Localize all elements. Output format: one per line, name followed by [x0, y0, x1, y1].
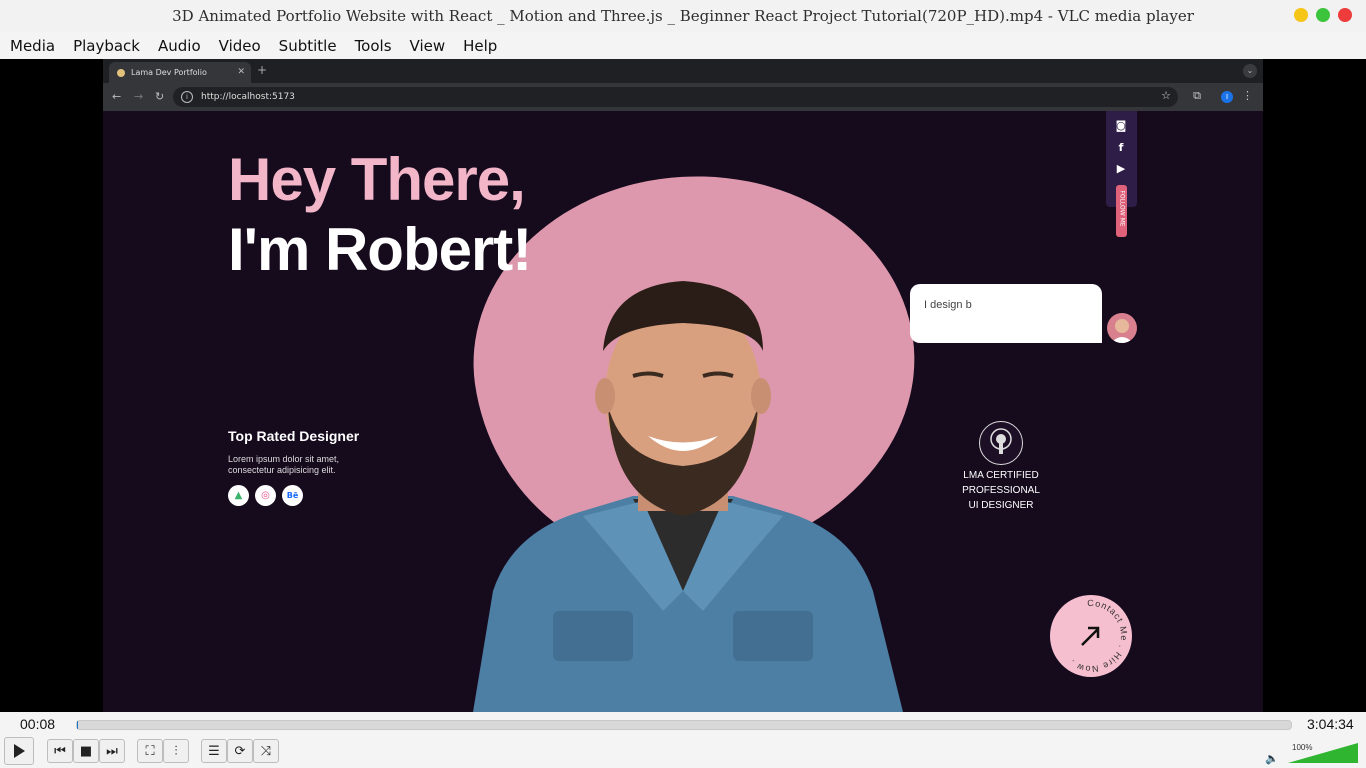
extensions-icon: ⧉ [1193, 89, 1201, 102]
bookmark-star-icon: ☆ [1161, 89, 1171, 102]
portfolio-page: Hey There, I'm Robert! ◙ f ▶ FOLLOW ME I… [103, 111, 1263, 712]
browser-url: http://localhost:5173 [201, 92, 295, 102]
previous-button[interactable]: ⏮ [47, 739, 73, 763]
menu-audio[interactable]: Audio [148, 37, 209, 55]
window-titlebar: 3D Animated Portfolio Website with React… [0, 0, 1366, 32]
menu-playback[interactable]: Playback [63, 37, 148, 55]
menu-tools-label: Tools [354, 36, 392, 55]
menu-tools[interactable]: Tools [345, 37, 400, 55]
minimize-button[interactable] [1294, 8, 1308, 22]
hero-heading-line2: I'm Robert! [228, 216, 532, 283]
loop-icon: ⟳ [234, 743, 246, 759]
menu-bar: Media Playback Audio Video Subtitle Tool… [0, 32, 1366, 59]
menu-playback-label: Playback [73, 36, 140, 55]
menu-video[interactable]: Video [209, 37, 269, 55]
cert-line1: LMA CERTIFIED [963, 470, 1039, 481]
menu-help-label: Help [463, 36, 498, 55]
menu-view-label: View [409, 36, 446, 55]
video-area[interactable]: Lama Dev Portfolio ✕ + ⌄ ← → ↻ i http://… [0, 59, 1366, 712]
total-time: 3:04:34 [1307, 716, 1354, 732]
avatar [1107, 313, 1137, 343]
new-tab-icon: + [257, 63, 268, 77]
menu-subtitle[interactable]: Subtitle [269, 37, 345, 55]
speech-bubble: I design b [910, 284, 1102, 343]
seek-slider[interactable] [76, 720, 1292, 730]
stop-icon: ■ [79, 743, 93, 759]
elapsed-time: 00:08 [20, 716, 56, 732]
back-icon: ← [112, 90, 122, 103]
top-rated-description: Lorem ipsum dolor sit amet, consectetur … [228, 454, 340, 475]
shuffle-icon: ⤨ [260, 743, 272, 759]
menu-view[interactable]: View [400, 37, 454, 55]
menu-media-label: Media [10, 36, 56, 55]
portrait-image [473, 281, 903, 712]
contact-me-button[interactable]: Contact Me . Hire Now . [1050, 595, 1132, 677]
window-title: 3D Animated Portfolio Website with React… [172, 7, 1194, 25]
shuffle-button[interactable]: ⤨ [253, 739, 279, 763]
video-frame: Lama Dev Portfolio ✕ + ⌄ ← → ↻ i http://… [103, 59, 1263, 712]
cert-line2: PROFESSIONAL [962, 485, 1040, 496]
volume-icon[interactable]: 🔈 [1265, 752, 1279, 765]
browser-tab: Lama Dev Portfolio ✕ [109, 62, 251, 83]
android-icon[interactable]: ▲ [228, 485, 249, 506]
forward-icon: → [134, 90, 144, 103]
play-button[interactable] [4, 737, 34, 765]
next-icon: ⏭ [106, 743, 118, 759]
behance-icon[interactable]: Bē [282, 485, 303, 506]
instagram-icon[interactable]: ◙ [1115, 120, 1127, 132]
dribbble-icon[interactable]: ◎ [255, 485, 276, 506]
profile-avatar-icon: I [1221, 91, 1233, 103]
cert-line3: UI DESIGNER [968, 500, 1034, 511]
player-controls: 00:08 3:04:34 ⏮ ■ ⏭ ⛶ ⫶ ☰ ⟳ ⤨ 🔈 100% [0, 712, 1366, 768]
hero-heading-line1: Hey There, [228, 146, 526, 213]
menu-media[interactable]: Media [0, 37, 63, 55]
extended-settings-button[interactable]: ⫶ [163, 739, 189, 763]
tab-search-icon: ⌄ [1243, 64, 1257, 78]
tab-favicon-icon [117, 68, 125, 77]
menu-audio-label: Audio [158, 36, 201, 55]
browser-tab-title: Lama Dev Portfolio [131, 68, 207, 77]
certification-text: LMA CERTIFIED PROFESSIONAL UI DESIGNER [951, 468, 1051, 513]
fullscreen-icon: ⛶ [145, 743, 155, 759]
browser-address-bar: i http://localhost:5173 [173, 87, 1178, 107]
browser-menu-icon: ⋮ [1242, 89, 1253, 102]
fullscreen-button[interactable]: ⛶ [137, 739, 163, 763]
browser-tabstrip: Lama Dev Portfolio ✕ + ⌄ [103, 59, 1263, 83]
volume-slider[interactable] [1286, 742, 1360, 764]
stop-button[interactable]: ■ [73, 739, 99, 763]
seek-progress [77, 721, 79, 729]
menu-subtitle-label: Subtitle [278, 36, 337, 55]
playlist-icon: ☰ [208, 743, 220, 759]
speech-bubble-text: I design b [924, 299, 972, 311]
close-button[interactable] [1338, 8, 1352, 22]
tab-close-icon: ✕ [237, 67, 245, 77]
tree-logo-icon [979, 421, 1023, 465]
maximize-button[interactable] [1316, 8, 1330, 22]
youtube-icon[interactable]: ▶ [1115, 163, 1127, 175]
menu-video-label: Video [218, 36, 261, 55]
previous-icon: ⏮ [54, 743, 66, 759]
top-rated-title: Top Rated Designer [228, 428, 360, 444]
equalizer-icon: ⫶ [174, 743, 178, 759]
browser-toolbar: ← → ↻ i http://localhost:5173 ☆ ⧉ I ⋮ [103, 83, 1263, 111]
next-button[interactable]: ⏭ [99, 739, 125, 763]
facebook-icon[interactable]: f [1115, 142, 1127, 154]
reload-icon: ↻ [155, 90, 165, 103]
loop-button[interactable]: ⟳ [227, 739, 253, 763]
playlist-button[interactable]: ☰ [201, 739, 227, 763]
menu-help[interactable]: Help [453, 37, 505, 55]
follow-me-tab[interactable]: FOLLOW ME [1116, 185, 1127, 237]
play-icon [14, 744, 25, 758]
follow-me-label: FOLLOW ME [1118, 190, 1126, 227]
site-info-icon: i [181, 91, 193, 103]
